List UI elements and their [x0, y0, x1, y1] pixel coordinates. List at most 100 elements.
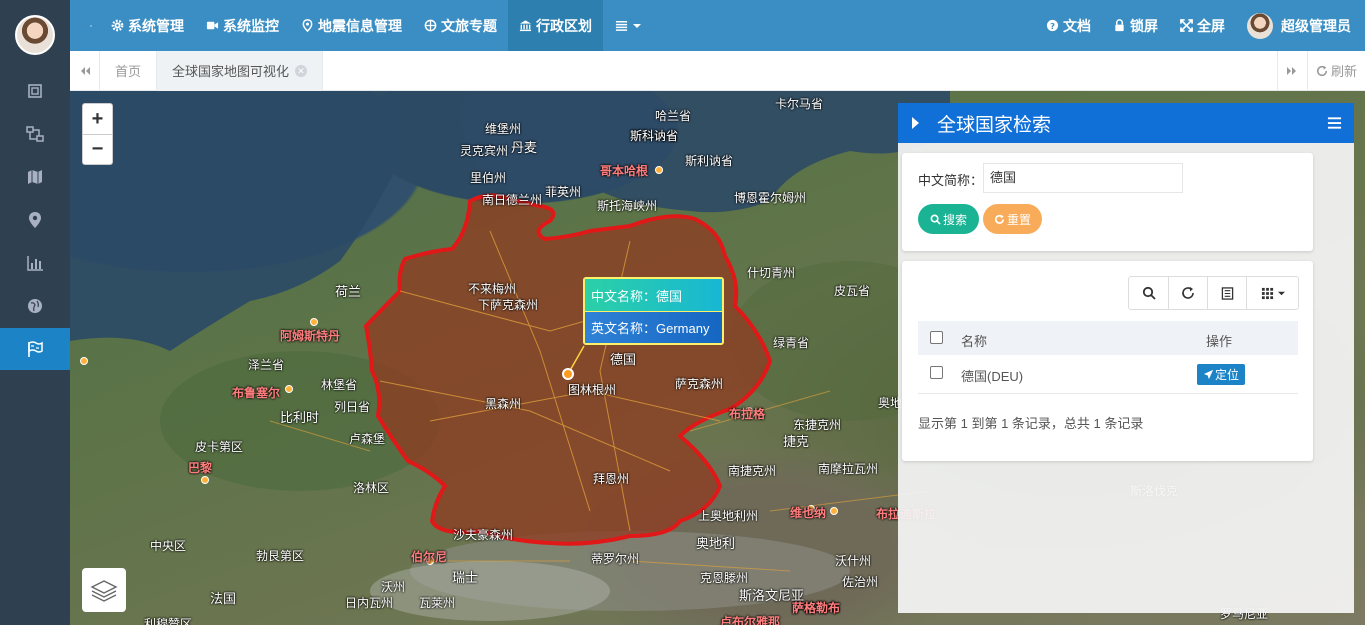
table-header: 名称 操作: [918, 321, 1298, 355]
map-place-label: 绿青省: [773, 336, 810, 350]
map-place-label: 布拉格: [729, 407, 766, 421]
avatar[interactable]: [15, 15, 55, 55]
refresh-label: 刷新: [1330, 64, 1357, 79]
map-place-label: 萨格勒布: [792, 601, 841, 615]
sidebar-item-map[interactable]: [0, 156, 70, 198]
toolbar-search-button[interactable]: [1129, 277, 1168, 309]
map-place-label: 蒂罗尔州: [591, 552, 640, 566]
row-checkbox[interactable]: [930, 366, 943, 379]
list-alt-icon: [1221, 286, 1233, 300]
svg-text:?: ?: [1050, 21, 1055, 31]
nav-fullscreen[interactable]: 全屏: [1169, 0, 1236, 51]
toolbar-columns-dropdown[interactable]: [1246, 277, 1298, 309]
map-place-label: 下萨克森州: [478, 298, 539, 312]
nav-system-manage[interactable]: 系统管理: [100, 0, 195, 51]
nav-docs[interactable]: ? 文档: [1035, 0, 1102, 51]
nav-label: 文档: [1063, 17, 1091, 34]
toolbar-refresh-button[interactable]: [1168, 277, 1207, 309]
map-place-label: 瓦莱州: [419, 596, 456, 610]
refresh-button[interactable]: 刷新: [1306, 50, 1365, 91]
sidebar-item-globe[interactable]: [0, 285, 70, 327]
tab-global-country-map[interactable]: 全球国家地图可视化 ✕: [157, 50, 324, 91]
search-button[interactable]: 搜索: [918, 204, 979, 234]
map-place-label: 阿姆斯特丹: [280, 329, 341, 343]
pagination-summary: 显示第 1 到第 1 条记录，总共 1 条记录: [918, 416, 1144, 431]
nav-earthquake-info[interactable]: 地震信息管理: [290, 0, 413, 51]
nav-admin-division[interactable]: 行政区划: [508, 0, 603, 51]
map-place-label: 里伯州: [470, 171, 507, 185]
menu-icon[interactable]: [1327, 116, 1342, 130]
globe-icon: [424, 19, 437, 32]
lock-icon: [1115, 19, 1124, 32]
nav-more-dropdown[interactable]: [603, 0, 656, 51]
map-place-label: 拜恩州: [593, 472, 630, 486]
reset-button[interactable]: 重置: [983, 204, 1042, 234]
map-place-label: 萨克森州: [675, 377, 724, 391]
map-place-label: 丹麦: [511, 140, 538, 155]
nav-system-monitor[interactable]: 系统监控: [195, 0, 290, 51]
zoom-in-button[interactable]: +: [83, 104, 112, 134]
network-icon: [26, 126, 44, 142]
country-search-panel: 全球国家检索 中文简称： 德国 搜索 重置 名称 操作 德国(DEU) 定位 显…: [898, 103, 1354, 613]
map-place-label: 维堡州: [485, 122, 522, 136]
tab-bar: 首页 全球国家地图可视化 ✕ 刷新: [70, 50, 1365, 91]
caret-down-icon: [633, 23, 641, 28]
map-icon: [28, 170, 42, 184]
toolbar-toggle-view-button[interactable]: [1207, 277, 1246, 309]
panel-header: 全球国家检索: [898, 103, 1354, 143]
nav-label: 锁屏: [1130, 17, 1158, 34]
search-label: 搜索: [942, 212, 967, 227]
sidebar-item-location[interactable]: [0, 199, 70, 241]
refresh-icon: [995, 213, 1004, 224]
map-place-label: 卡尔马省: [775, 97, 824, 111]
nav-culture-tourism[interactable]: 文旅专题: [413, 0, 508, 51]
nav-lock-screen[interactable]: 锁屏: [1102, 0, 1169, 51]
refresh-icon: [1182, 287, 1194, 299]
map-place-label: 勃艮第区: [256, 549, 305, 563]
user-menu[interactable]: 超级管理员: [1236, 0, 1365, 51]
nav-label: 地震信息管理: [318, 17, 402, 34]
tab-scroll-right-button[interactable]: [1276, 50, 1307, 91]
flag-icon: [28, 341, 43, 357]
sidebar-item-flag[interactable]: [0, 328, 70, 370]
tab-label: 全球国家地图可视化: [172, 64, 290, 79]
sidebar-item-network[interactable]: [0, 113, 70, 155]
collapse-arrow-icon[interactable]: [912, 117, 919, 129]
tab-home[interactable]: 首页: [100, 50, 158, 91]
layer-switcher-button[interactable]: [82, 568, 126, 612]
select-all-checkbox[interactable]: [930, 331, 943, 344]
close-icon[interactable]: ✕: [295, 64, 308, 77]
zoom-control: + −: [82, 103, 113, 165]
tab-scroll-left-button[interactable]: [70, 50, 100, 91]
map-place-label: 巴黎: [188, 461, 213, 475]
map-place-label: 荷兰: [335, 284, 362, 299]
search-icon: [1142, 286, 1156, 300]
sidebar-item-dashboard[interactable]: [0, 70, 70, 112]
map-place-label: 洛林区: [353, 481, 390, 495]
map-place-label: 卢森堡: [349, 432, 386, 446]
avatar: [1247, 12, 1273, 39]
hamburger-icon: [90, 24, 92, 27]
map-place-label: 菲英州: [545, 185, 582, 199]
video-icon: [206, 21, 219, 30]
sidebar: [0, 0, 70, 625]
field-label: 中文简称：: [918, 173, 984, 188]
map-place-label: 哈兰省: [655, 109, 692, 123]
question-icon: ?: [1046, 19, 1059, 32]
zoom-out-button[interactable]: −: [83, 134, 112, 164]
column-header-name: 名称: [961, 334, 988, 349]
locate-button[interactable]: 定位: [1197, 364, 1245, 385]
search-form: 中文简称： 德国 搜索 重置: [902, 153, 1313, 251]
sidebar-toggle-button[interactable]: [70, 0, 100, 51]
reset-label: 重置: [1006, 212, 1031, 227]
map-place-label: 卢布尔雅那: [720, 615, 781, 625]
layers-icon: [90, 580, 118, 602]
chinese-name-input[interactable]: 德国: [983, 163, 1183, 193]
map-place-label: 不来梅州: [468, 282, 517, 296]
sidebar-item-stats[interactable]: [0, 242, 70, 284]
map-place-label: 斯托海峡州: [597, 199, 658, 213]
map-place-label: 南摩拉瓦州: [818, 462, 879, 476]
map-place-label: 利穆赞区: [144, 617, 193, 625]
bank-icon: [519, 20, 532, 32]
pin-icon: [29, 212, 41, 228]
